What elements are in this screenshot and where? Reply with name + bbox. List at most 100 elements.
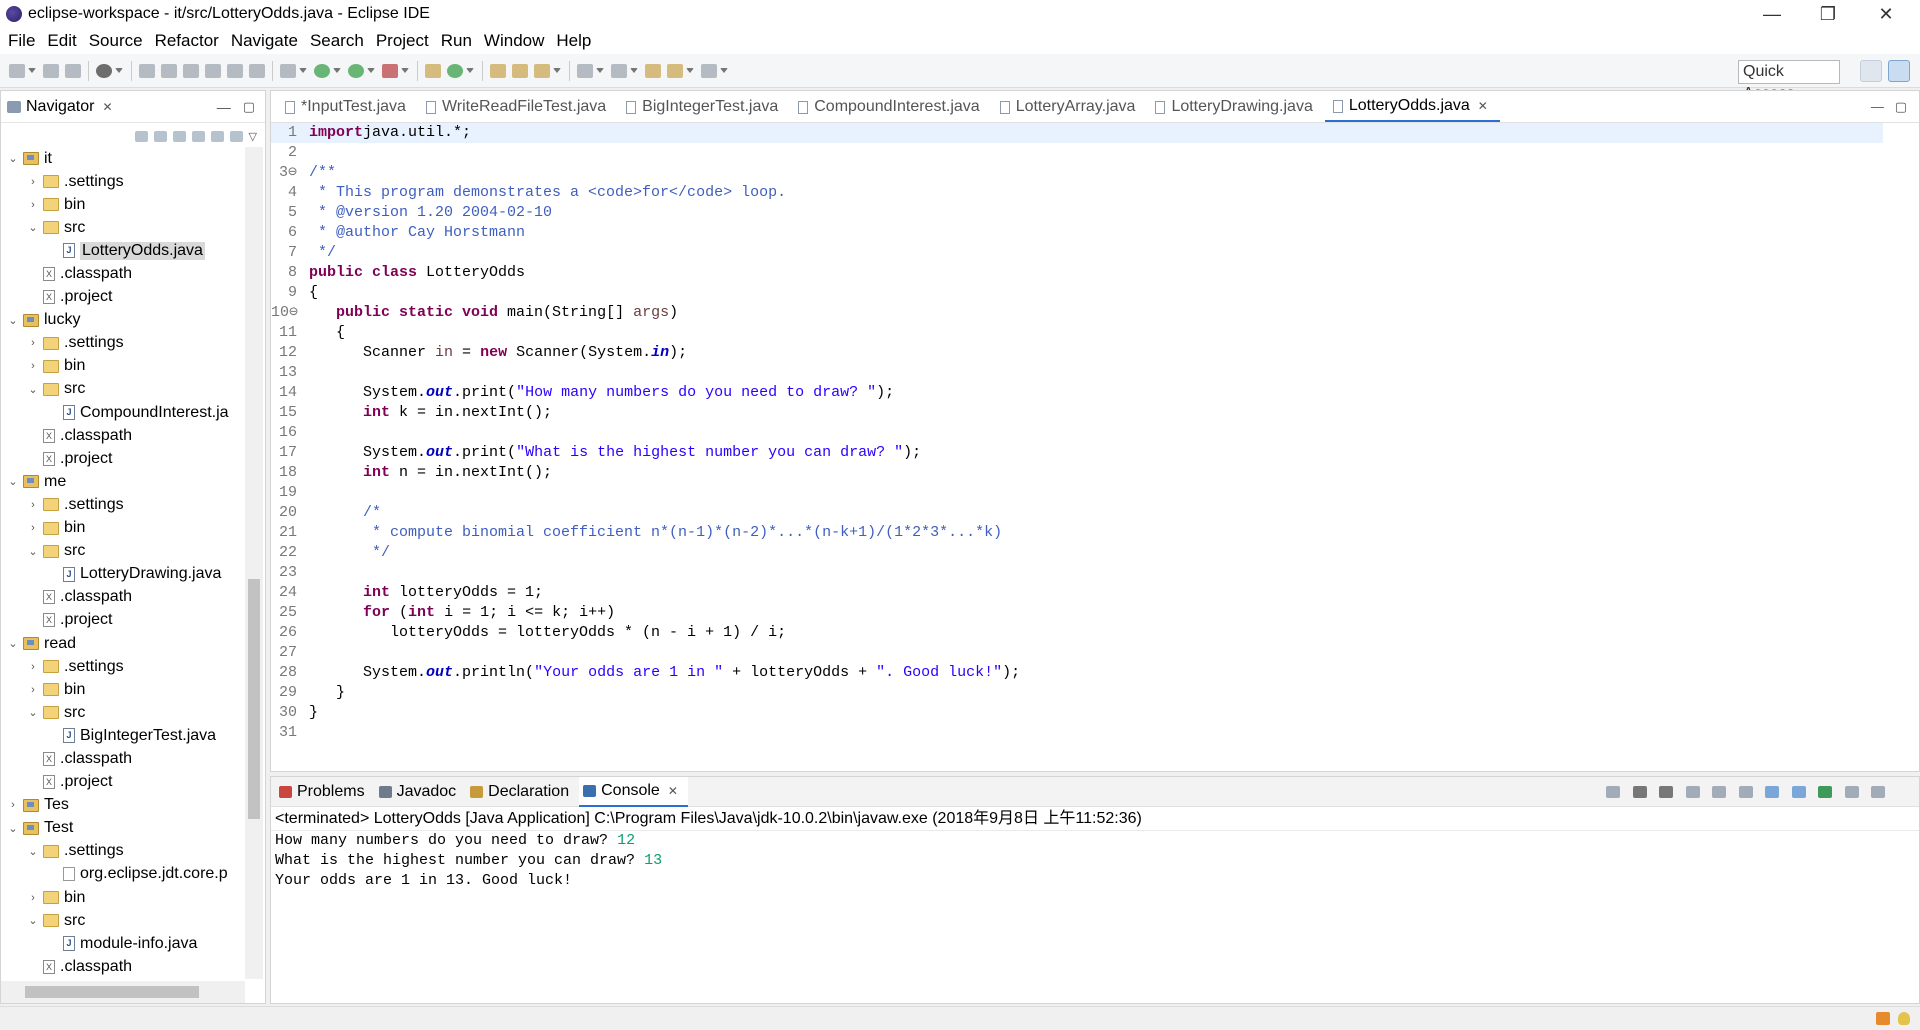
close-icon[interactable]: ✕ — [1478, 99, 1488, 113]
chevron-down-icon[interactable]: ⌄ — [7, 152, 19, 165]
new-java-project-icon[interactable] — [425, 63, 441, 78]
tree-item[interactable]: › bin — [1, 517, 245, 540]
filter-icon[interactable] — [229, 130, 243, 142]
quick-access-input[interactable]: Quick Access — [1738, 60, 1840, 102]
block-selection-icon[interactable] — [227, 63, 243, 78]
chevron-down-icon[interactable]: ⌄ — [7, 314, 19, 327]
link-with-editor-icon[interactable] — [210, 130, 224, 142]
chevron-right-icon[interactable]: › — [27, 661, 39, 673]
chevron-right-icon[interactable]: › — [27, 176, 39, 188]
open-type-hierarchy-icon[interactable] — [490, 63, 506, 78]
scroll-thumb[interactable] — [25, 986, 199, 998]
menu-item-refactor[interactable]: Refactor — [149, 28, 225, 54]
chevron-right-icon[interactable]: › — [27, 360, 39, 372]
tip-lightbulb-icon[interactable] — [1898, 1012, 1910, 1025]
external-tools-icon[interactable] — [382, 63, 398, 78]
chevron-right-icon[interactable]: › — [27, 522, 39, 534]
tree-item[interactable]: J BigIntegerTest.java — [1, 724, 245, 747]
toggle-mark-icon[interactable] — [183, 63, 199, 78]
menu-item-help[interactable]: Help — [550, 28, 597, 54]
chevron-down-icon[interactable]: ⌄ — [7, 637, 19, 650]
remove-launch-icon[interactable] — [1632, 786, 1647, 798]
previous-annotation-icon[interactable] — [611, 63, 627, 78]
editor-tab[interactable]: WriteReadFileTest.java — [418, 92, 618, 122]
chevron-down-icon[interactable] — [115, 67, 123, 74]
save-all-icon[interactable] — [65, 63, 81, 78]
debug-perspective-icon[interactable] — [96, 63, 112, 78]
chevron-down-icon[interactable]: ⌄ — [27, 221, 39, 234]
tree-item[interactable]: X .project — [1, 286, 245, 309]
run-icon[interactable] — [314, 63, 330, 78]
coverage-icon[interactable] — [348, 63, 364, 78]
open-perspective-icon[interactable] — [1860, 60, 1882, 82]
tree-item[interactable]: › bin — [1, 193, 245, 216]
chevron-down-icon[interactable]: ⌄ — [27, 914, 39, 927]
tree-item[interactable]: X .classpath — [1, 955, 245, 978]
editor-vertical-scrollbar[interactable] — [1885, 123, 1919, 753]
chevron-down-icon[interactable] — [686, 67, 694, 74]
forward-icon[interactable] — [701, 63, 717, 78]
chevron-down-icon[interactable]: ⌄ — [27, 845, 39, 858]
chevron-down-icon[interactable]: ⌄ — [27, 706, 39, 719]
collapse-all-icon[interactable] — [191, 130, 205, 142]
editor-tab[interactable]: LotteryArray.java — [992, 92, 1148, 122]
tree-item[interactable]: J LotteryDrawing.java — [1, 563, 245, 586]
minimize-button[interactable]: — — [1744, 0, 1800, 28]
maximize-view-icon[interactable]: ▢ — [1895, 99, 1907, 114]
tree-item[interactable]: ⌄ me — [1, 470, 245, 493]
tree-item[interactable]: ⌄ read — [1, 632, 245, 655]
navigator-title[interactable]: Navigator — [26, 98, 94, 116]
chevron-down-icon[interactable]: ⌄ — [27, 545, 39, 558]
updates-icon[interactable] — [1876, 1012, 1890, 1025]
chevron-down-icon[interactable] — [367, 67, 375, 74]
menu-item-search[interactable]: Search — [304, 28, 370, 54]
tree-item[interactable]: › .settings — [1, 655, 245, 678]
minimize-view-icon[interactable]: — — [217, 99, 231, 115]
scroll-thumb[interactable] — [248, 579, 260, 819]
maximize-view-icon[interactable]: ▢ — [243, 99, 255, 115]
tree-item[interactable]: X .classpath — [1, 586, 245, 609]
minimize-view-icon[interactable]: — — [1871, 99, 1884, 114]
editor-tab[interactable]: CompoundInterest.java — [790, 92, 991, 122]
clear-console-icon[interactable] — [1685, 786, 1700, 798]
tree-item[interactable]: ⌄ Test — [1, 817, 245, 840]
view-menu-icon[interactable]: ▽ — [249, 130, 257, 143]
chevron-down-icon[interactable] — [596, 67, 604, 74]
console-output[interactable]: How many numbers do you need to draw? 12… — [271, 831, 1919, 891]
show-whitespace-icon[interactable] — [249, 63, 265, 78]
tree-item[interactable]: X .project — [1, 609, 245, 632]
editor-tab[interactable]: BigIntegerTest.java — [618, 92, 790, 122]
tree-item[interactable]: ⌄ src — [1, 378, 245, 401]
search-icon[interactable] — [534, 63, 550, 78]
tab-javadoc[interactable]: Javadoc — [375, 777, 467, 807]
remove-all-launches-icon[interactable] — [1659, 786, 1674, 798]
open-folder-icon[interactable] — [512, 63, 528, 78]
tree-item[interactable]: J LotteryOdds.java — [1, 239, 245, 262]
menu-item-navigate[interactable]: Navigate — [225, 28, 304, 54]
tree-item[interactable]: › .settings — [1, 332, 245, 355]
terminate-icon[interactable] — [1606, 786, 1621, 798]
chevron-right-icon[interactable]: › — [27, 199, 39, 211]
new-icon[interactable] — [9, 63, 25, 78]
navigator-horizontal-scrollbar[interactable] — [1, 981, 245, 1003]
chevron-down-icon[interactable]: ⌄ — [7, 475, 19, 488]
chevron-down-icon[interactable] — [466, 67, 474, 74]
java-perspective-icon[interactable] — [1888, 60, 1910, 82]
close-icon[interactable]: ✕ — [102, 100, 112, 114]
forward-icon[interactable] — [153, 130, 167, 142]
editor-tab[interactable]: LotteryDrawing.java — [1147, 92, 1324, 122]
tree-item[interactable]: J CompoundInterest.ja — [1, 401, 245, 424]
editor-tab[interactable]: *InputTest.java — [277, 92, 418, 122]
tree-item[interactable]: X .classpath — [1, 747, 245, 770]
chevron-right-icon[interactable]: › — [27, 337, 39, 349]
tree-item[interactable]: ⌄ lucky — [1, 309, 245, 332]
chevron-down-icon[interactable]: ⌄ — [7, 822, 19, 835]
menu-item-run[interactable]: Run — [435, 28, 478, 54]
tree-item[interactable]: X .classpath — [1, 262, 245, 285]
code-editor[interactable]: 1 importjava.util.*; 2 3⊖ /** 4 * This progra… — [271, 123, 1883, 753]
menu-item-project[interactable]: Project — [370, 28, 435, 54]
navigator-vertical-scrollbar[interactable] — [245, 147, 263, 979]
tree-item[interactable]: › bin — [1, 355, 245, 378]
skip-breakpoints-icon[interactable] — [139, 63, 155, 78]
tree-item[interactable]: › .settings — [1, 493, 245, 516]
